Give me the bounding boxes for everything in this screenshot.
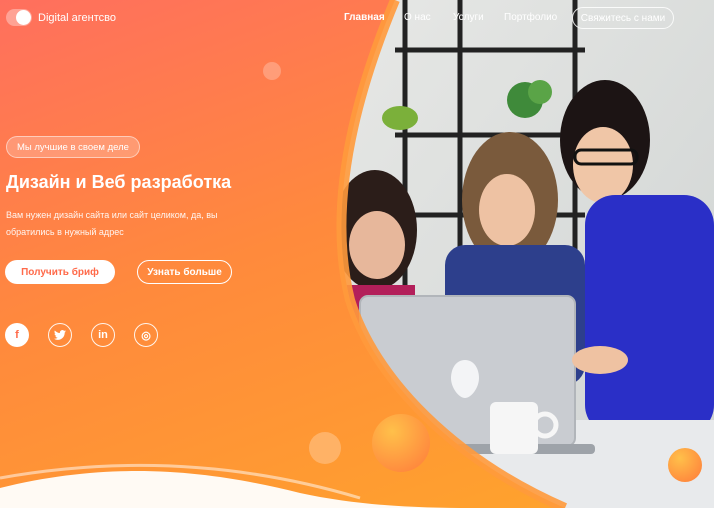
nav-item-home[interactable]: Главная [344,12,385,23]
hero-title: Дизайн и Веб разработка [6,172,232,192]
bottom-wave [0,463,470,508]
brand-name: Digital агентсво [38,11,116,24]
twitter-bird-glyph [54,330,66,340]
logo-toggle-icon [6,9,32,26]
decorative-blob-small [263,62,281,80]
nav-item-services[interactable]: Услуги [453,12,484,23]
navbar: Digital агентсво Главная О нас Услуги По… [0,0,714,38]
twitter-icon[interactable] [48,323,72,347]
facebook-icon[interactable]: f [5,323,29,347]
nav-item-portfolio[interactable]: Портфолио [504,12,557,23]
instagram-icon[interactable]: ◎ [134,323,158,347]
logo[interactable]: Digital агентсво [6,9,116,26]
hero-description: Вам нужен дизайн сайта или сайт целиком,… [6,210,218,237]
nav-item-about[interactable]: О нас [404,12,431,23]
get-brief-button[interactable]: Получить бриф [5,260,115,284]
learn-more-button[interactable]: Узнать больше [137,260,232,284]
tagline-badge: Мы лучшие в своем деле [6,136,140,158]
linkedin-icon[interactable]: in [91,323,115,347]
contact-us-button[interactable]: Свяжитесь с нами [572,7,674,29]
